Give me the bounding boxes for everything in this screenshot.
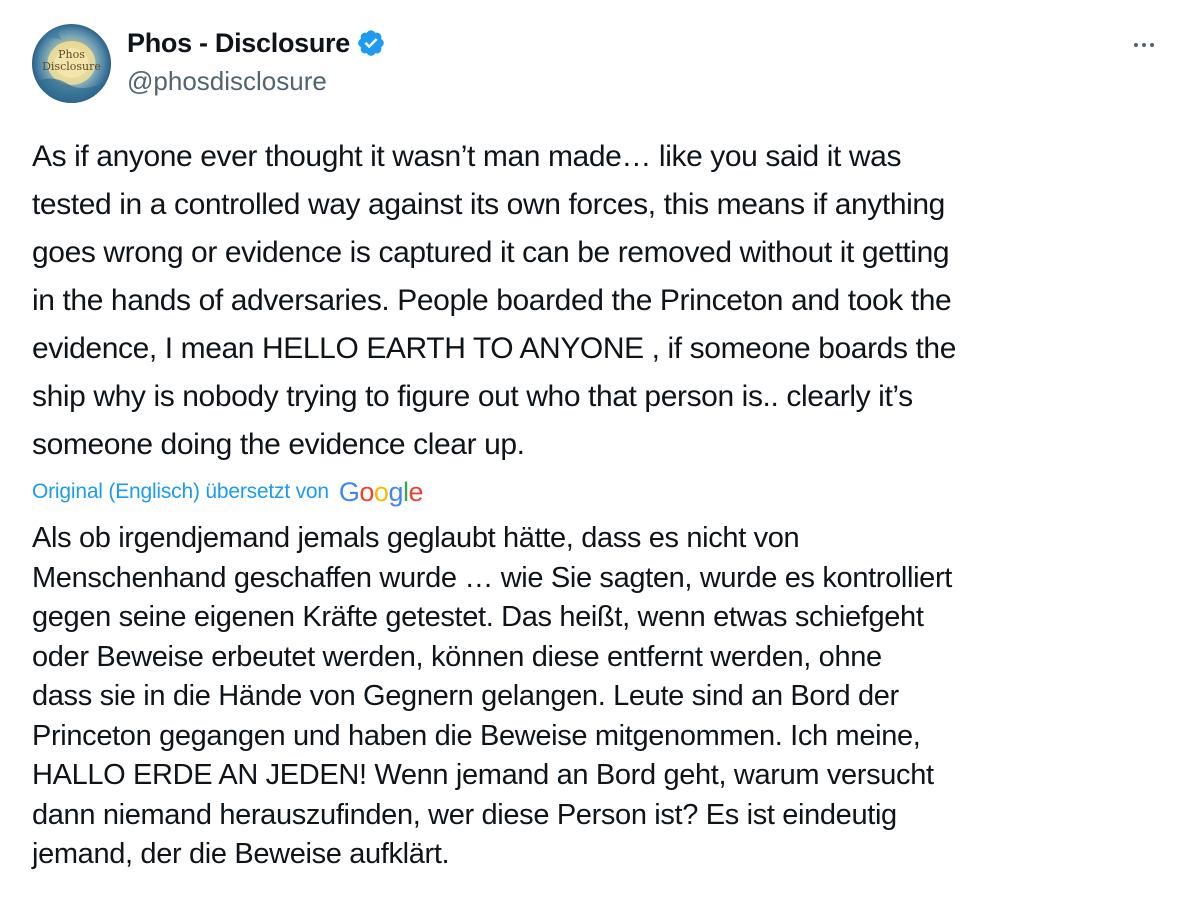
author-handle[interactable]: @phosdisclosure <box>127 66 327 97</box>
tweet-translated-text: Als ob irgendjemand jemals geglaubt hätt… <box>32 522 952 870</box>
google-logo-letter: o <box>373 476 389 507</box>
more-dot <box>1134 43 1138 47</box>
avatar[interactable]: Phos Disclosure <box>32 24 111 103</box>
google-logo-letter: o <box>359 476 374 507</box>
google-logo-letter: e <box>408 476 424 507</box>
google-logo-letter: G <box>338 476 360 507</box>
tweet-original-text: As if anyone ever thought it wasn’t man … <box>32 140 956 461</box>
google-logo: Google <box>338 476 424 507</box>
verified-badge-icon[interactable] <box>356 28 386 58</box>
tweet-card: Phos Disclosure Phos - Disclosure @phosd… <box>0 0 1196 910</box>
more-dot <box>1142 43 1146 47</box>
avatar-logo-text: Phos Disclosure <box>32 49 111 73</box>
avatar-logo-line2: Disclosure <box>42 60 101 73</box>
translation-label-link[interactable]: Original (Englisch) übersetzt von <box>32 480 329 504</box>
author-name-row: Phos - Disclosure <box>127 26 386 60</box>
more-dot <box>1150 43 1154 47</box>
translation-attribution: Original (Englisch) übersetzt von Google <box>32 474 424 510</box>
more-options-icon[interactable] <box>1126 30 1162 60</box>
google-logo-letter: g <box>388 476 403 507</box>
author-display-name[interactable]: Phos - Disclosure <box>127 28 350 59</box>
